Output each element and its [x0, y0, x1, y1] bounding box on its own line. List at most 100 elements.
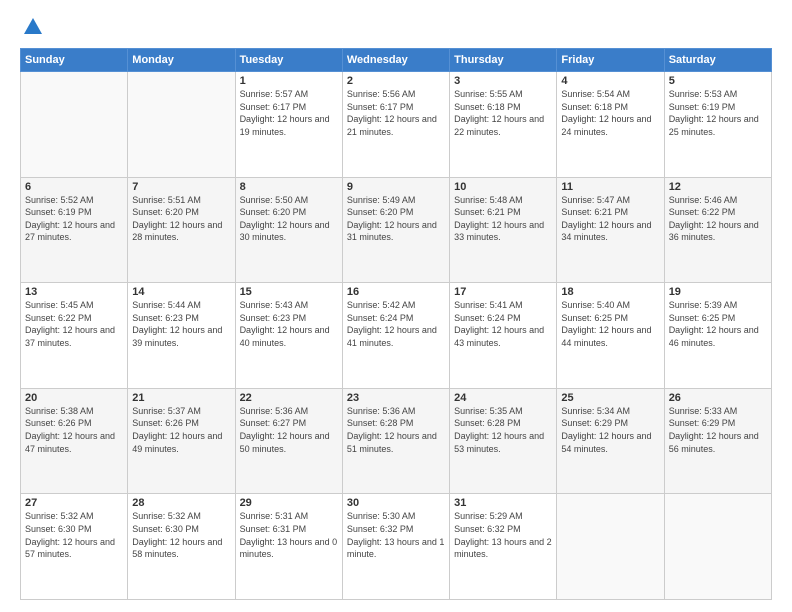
calendar-cell: 26Sunrise: 5:33 AM Sunset: 6:29 PM Dayli… — [664, 388, 771, 494]
day-info: Sunrise: 5:52 AM Sunset: 6:19 PM Dayligh… — [25, 194, 123, 244]
day-number: 3 — [454, 75, 552, 87]
day-number: 8 — [240, 181, 338, 193]
calendar-cell — [664, 494, 771, 600]
day-info: Sunrise: 5:30 AM Sunset: 6:32 PM Dayligh… — [347, 510, 445, 560]
calendar-week-row: 13Sunrise: 5:45 AM Sunset: 6:22 PM Dayli… — [21, 283, 772, 389]
calendar-cell: 29Sunrise: 5:31 AM Sunset: 6:31 PM Dayli… — [235, 494, 342, 600]
calendar-cell: 27Sunrise: 5:32 AM Sunset: 6:30 PM Dayli… — [21, 494, 128, 600]
calendar-cell: 15Sunrise: 5:43 AM Sunset: 6:23 PM Dayli… — [235, 283, 342, 389]
day-number: 22 — [240, 392, 338, 404]
day-number: 28 — [132, 497, 230, 509]
day-number: 1 — [240, 75, 338, 87]
day-info: Sunrise: 5:33 AM Sunset: 6:29 PM Dayligh… — [669, 405, 767, 455]
day-number: 7 — [132, 181, 230, 193]
day-number: 25 — [561, 392, 659, 404]
day-info: Sunrise: 5:46 AM Sunset: 6:22 PM Dayligh… — [669, 194, 767, 244]
calendar-header-friday: Friday — [557, 49, 664, 72]
day-info: Sunrise: 5:34 AM Sunset: 6:29 PM Dayligh… — [561, 405, 659, 455]
day-info: Sunrise: 5:45 AM Sunset: 6:22 PM Dayligh… — [25, 299, 123, 349]
calendar-cell: 17Sunrise: 5:41 AM Sunset: 6:24 PM Dayli… — [450, 283, 557, 389]
calendar-cell: 23Sunrise: 5:36 AM Sunset: 6:28 PM Dayli… — [342, 388, 449, 494]
calendar-cell: 8Sunrise: 5:50 AM Sunset: 6:20 PM Daylig… — [235, 177, 342, 283]
calendar-header-row: SundayMondayTuesdayWednesdayThursdayFrid… — [21, 49, 772, 72]
day-number: 13 — [25, 286, 123, 298]
calendar-cell: 4Sunrise: 5:54 AM Sunset: 6:18 PM Daylig… — [557, 72, 664, 178]
day-number: 27 — [25, 497, 123, 509]
day-number: 29 — [240, 497, 338, 509]
day-info: Sunrise: 5:54 AM Sunset: 6:18 PM Dayligh… — [561, 88, 659, 138]
day-info: Sunrise: 5:48 AM Sunset: 6:21 PM Dayligh… — [454, 194, 552, 244]
calendar-cell: 24Sunrise: 5:35 AM Sunset: 6:28 PM Dayli… — [450, 388, 557, 494]
calendar: SundayMondayTuesdayWednesdayThursdayFrid… — [20, 48, 772, 600]
calendar-cell: 25Sunrise: 5:34 AM Sunset: 6:29 PM Dayli… — [557, 388, 664, 494]
day-info: Sunrise: 5:56 AM Sunset: 6:17 PM Dayligh… — [347, 88, 445, 138]
day-info: Sunrise: 5:44 AM Sunset: 6:23 PM Dayligh… — [132, 299, 230, 349]
calendar-header-tuesday: Tuesday — [235, 49, 342, 72]
calendar-cell: 6Sunrise: 5:52 AM Sunset: 6:19 PM Daylig… — [21, 177, 128, 283]
calendar-header-monday: Monday — [128, 49, 235, 72]
day-number: 18 — [561, 286, 659, 298]
header — [20, 16, 772, 38]
calendar-cell: 12Sunrise: 5:46 AM Sunset: 6:22 PM Dayli… — [664, 177, 771, 283]
calendar-cell: 16Sunrise: 5:42 AM Sunset: 6:24 PM Dayli… — [342, 283, 449, 389]
day-info: Sunrise: 5:32 AM Sunset: 6:30 PM Dayligh… — [132, 510, 230, 560]
day-info: Sunrise: 5:36 AM Sunset: 6:28 PM Dayligh… — [347, 405, 445, 455]
calendar-cell: 5Sunrise: 5:53 AM Sunset: 6:19 PM Daylig… — [664, 72, 771, 178]
calendar-cell: 1Sunrise: 5:57 AM Sunset: 6:17 PM Daylig… — [235, 72, 342, 178]
day-info: Sunrise: 5:37 AM Sunset: 6:26 PM Dayligh… — [132, 405, 230, 455]
day-number: 12 — [669, 181, 767, 193]
calendar-cell: 7Sunrise: 5:51 AM Sunset: 6:20 PM Daylig… — [128, 177, 235, 283]
calendar-header-thursday: Thursday — [450, 49, 557, 72]
day-info: Sunrise: 5:47 AM Sunset: 6:21 PM Dayligh… — [561, 194, 659, 244]
calendar-cell: 19Sunrise: 5:39 AM Sunset: 6:25 PM Dayli… — [664, 283, 771, 389]
day-info: Sunrise: 5:32 AM Sunset: 6:30 PM Dayligh… — [25, 510, 123, 560]
calendar-cell: 10Sunrise: 5:48 AM Sunset: 6:21 PM Dayli… — [450, 177, 557, 283]
calendar-cell — [557, 494, 664, 600]
day-number: 6 — [25, 181, 123, 193]
calendar-cell: 11Sunrise: 5:47 AM Sunset: 6:21 PM Dayli… — [557, 177, 664, 283]
calendar-cell: 18Sunrise: 5:40 AM Sunset: 6:25 PM Dayli… — [557, 283, 664, 389]
day-number: 5 — [669, 75, 767, 87]
calendar-cell — [128, 72, 235, 178]
day-info: Sunrise: 5:38 AM Sunset: 6:26 PM Dayligh… — [25, 405, 123, 455]
calendar-cell: 13Sunrise: 5:45 AM Sunset: 6:22 PM Dayli… — [21, 283, 128, 389]
day-info: Sunrise: 5:51 AM Sunset: 6:20 PM Dayligh… — [132, 194, 230, 244]
day-info: Sunrise: 5:40 AM Sunset: 6:25 PM Dayligh… — [561, 299, 659, 349]
calendar-cell: 21Sunrise: 5:37 AM Sunset: 6:26 PM Dayli… — [128, 388, 235, 494]
day-info: Sunrise: 5:43 AM Sunset: 6:23 PM Dayligh… — [240, 299, 338, 349]
day-number: 17 — [454, 286, 552, 298]
calendar-cell: 31Sunrise: 5:29 AM Sunset: 6:32 PM Dayli… — [450, 494, 557, 600]
day-number: 31 — [454, 497, 552, 509]
calendar-cell: 3Sunrise: 5:55 AM Sunset: 6:18 PM Daylig… — [450, 72, 557, 178]
day-info: Sunrise: 5:35 AM Sunset: 6:28 PM Dayligh… — [454, 405, 552, 455]
day-number: 15 — [240, 286, 338, 298]
day-info: Sunrise: 5:31 AM Sunset: 6:31 PM Dayligh… — [240, 510, 338, 560]
calendar-cell: 9Sunrise: 5:49 AM Sunset: 6:20 PM Daylig… — [342, 177, 449, 283]
day-number: 9 — [347, 181, 445, 193]
calendar-cell: 22Sunrise: 5:36 AM Sunset: 6:27 PM Dayli… — [235, 388, 342, 494]
day-number: 2 — [347, 75, 445, 87]
day-number: 24 — [454, 392, 552, 404]
day-info: Sunrise: 5:36 AM Sunset: 6:27 PM Dayligh… — [240, 405, 338, 455]
calendar-week-row: 6Sunrise: 5:52 AM Sunset: 6:19 PM Daylig… — [21, 177, 772, 283]
day-info: Sunrise: 5:55 AM Sunset: 6:18 PM Dayligh… — [454, 88, 552, 138]
calendar-header-sunday: Sunday — [21, 49, 128, 72]
calendar-cell: 30Sunrise: 5:30 AM Sunset: 6:32 PM Dayli… — [342, 494, 449, 600]
day-info: Sunrise: 5:49 AM Sunset: 6:20 PM Dayligh… — [347, 194, 445, 244]
calendar-cell: 28Sunrise: 5:32 AM Sunset: 6:30 PM Dayli… — [128, 494, 235, 600]
calendar-header-wednesday: Wednesday — [342, 49, 449, 72]
calendar-week-row: 27Sunrise: 5:32 AM Sunset: 6:30 PM Dayli… — [21, 494, 772, 600]
calendar-cell: 20Sunrise: 5:38 AM Sunset: 6:26 PM Dayli… — [21, 388, 128, 494]
calendar-week-row: 1Sunrise: 5:57 AM Sunset: 6:17 PM Daylig… — [21, 72, 772, 178]
day-info: Sunrise: 5:53 AM Sunset: 6:19 PM Dayligh… — [669, 88, 767, 138]
logo — [20, 16, 44, 38]
day-number: 30 — [347, 497, 445, 509]
logo-icon — [22, 16, 44, 38]
day-info: Sunrise: 5:50 AM Sunset: 6:20 PM Dayligh… — [240, 194, 338, 244]
day-info: Sunrise: 5:29 AM Sunset: 6:32 PM Dayligh… — [454, 510, 552, 560]
day-info: Sunrise: 5:57 AM Sunset: 6:17 PM Dayligh… — [240, 88, 338, 138]
calendar-header-saturday: Saturday — [664, 49, 771, 72]
day-number: 19 — [669, 286, 767, 298]
day-number: 23 — [347, 392, 445, 404]
day-info: Sunrise: 5:42 AM Sunset: 6:24 PM Dayligh… — [347, 299, 445, 349]
